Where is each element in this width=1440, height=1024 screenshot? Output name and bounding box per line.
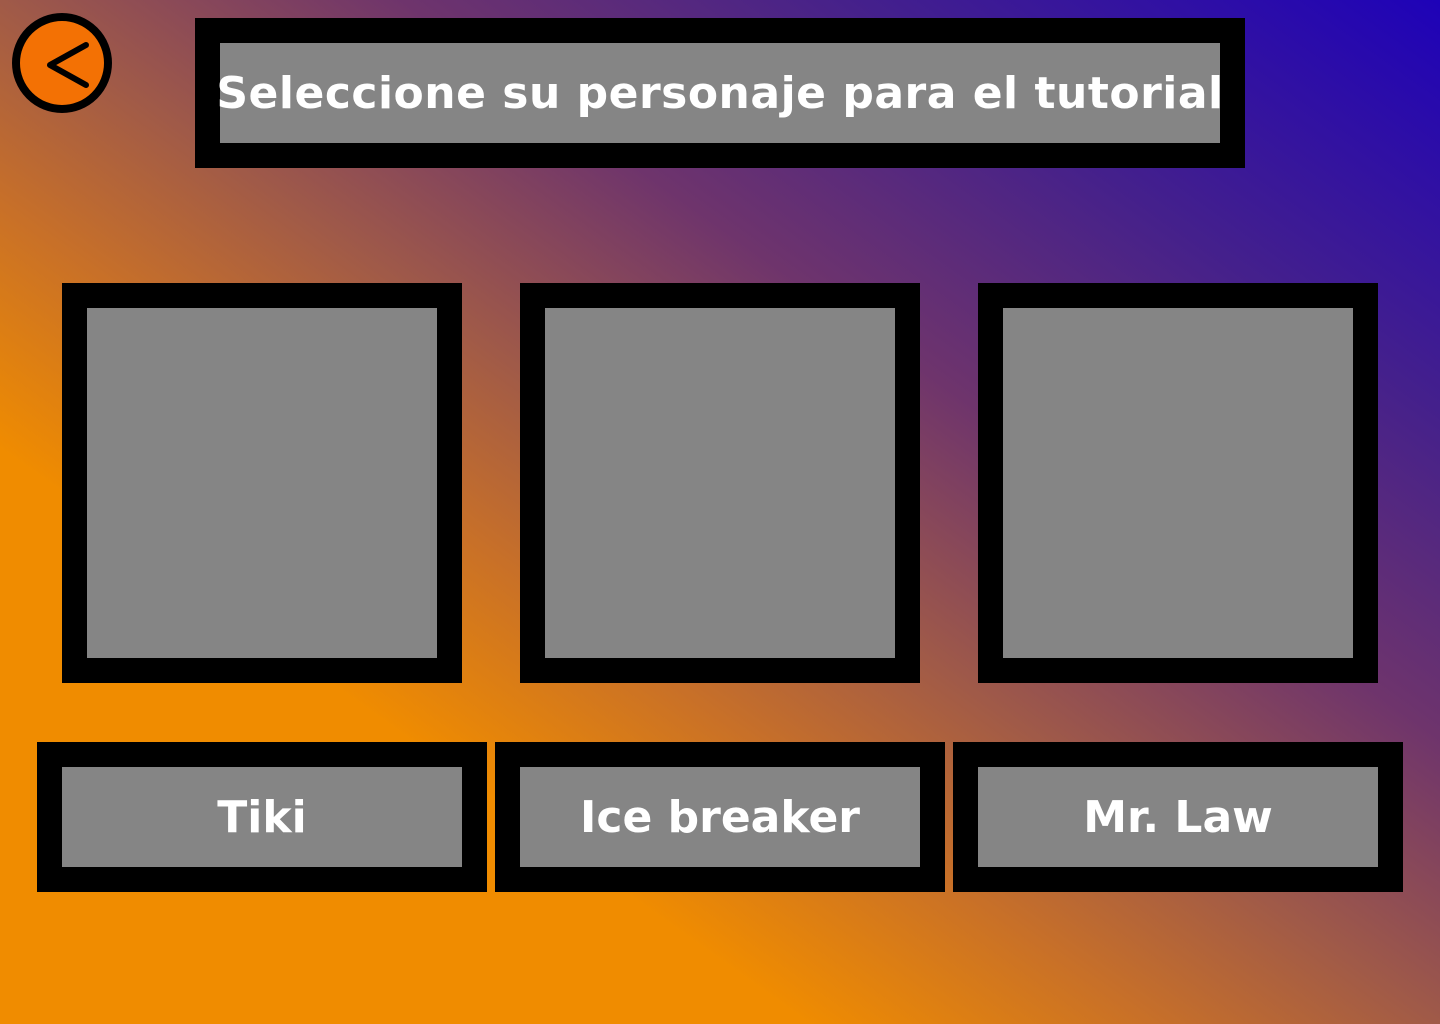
portrait-slot <box>87 308 437 658</box>
character-button-mr-law[interactable]: Mr. Law <box>953 742 1403 892</box>
character-portrait-mr-law[interactable] <box>978 283 1378 683</box>
character-portrait-tiki[interactable] <box>62 283 462 683</box>
character-portrait-ice-breaker[interactable] <box>520 283 920 683</box>
character-name: Mr. Law <box>1083 791 1273 843</box>
character-name: Tiki <box>217 791 307 843</box>
chevron-left-icon <box>47 42 89 88</box>
character-button-ice-breaker[interactable]: Ice breaker <box>495 742 945 892</box>
character-name: Ice breaker <box>580 791 860 843</box>
portrait-slot <box>545 308 895 658</box>
back-button[interactable] <box>12 13 112 113</box>
portrait-slot <box>1003 308 1353 658</box>
title-panel: Seleccione su personaje para el tutorial <box>195 18 1245 168</box>
character-button-tiki[interactable]: Tiki <box>37 742 487 892</box>
page-title: Seleccione su personaje para el tutorial <box>216 67 1224 119</box>
